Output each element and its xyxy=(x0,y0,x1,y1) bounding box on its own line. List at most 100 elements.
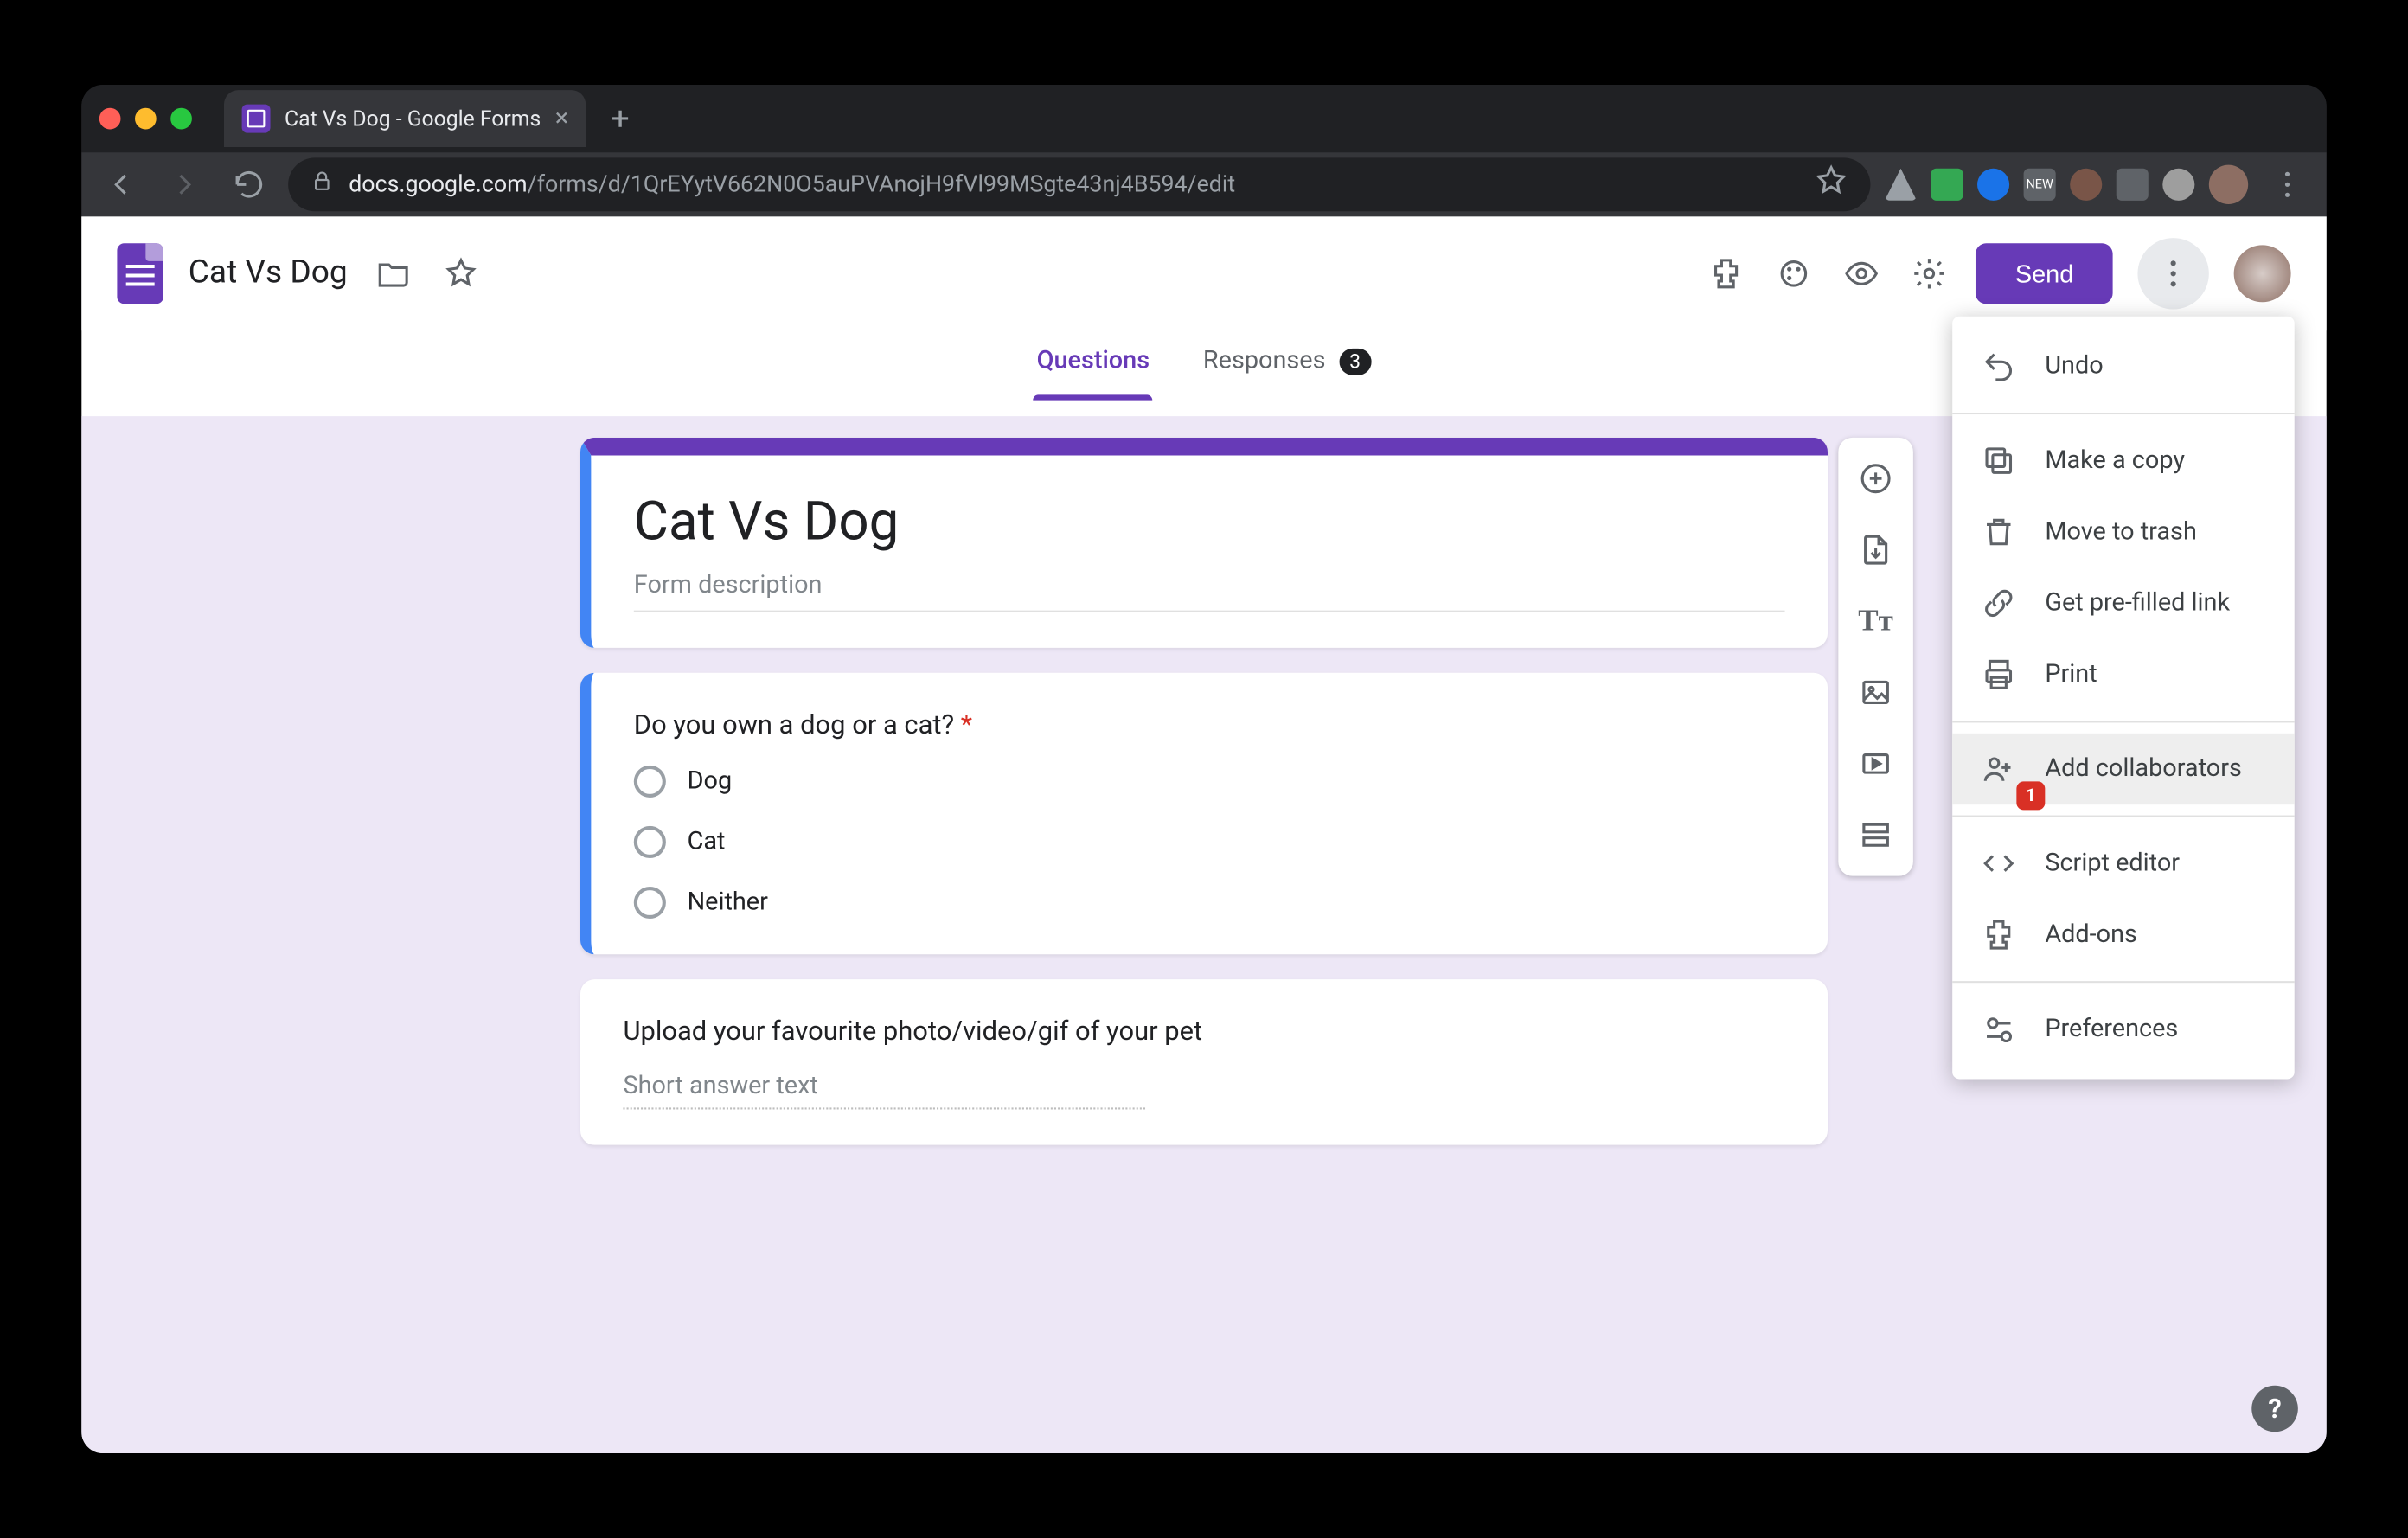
addon-icon xyxy=(1981,917,2016,952)
menu-script-editor[interactable]: Script editor xyxy=(1952,828,2295,899)
document-title[interactable]: Cat Vs Dog xyxy=(189,254,348,292)
menu-label: Add-ons xyxy=(2045,920,2137,949)
people-icon xyxy=(1981,751,2016,786)
print-icon xyxy=(1981,657,2016,692)
minimize-window-button[interactable] xyxy=(135,108,157,130)
short-answer-placeholder: Short answer text xyxy=(623,1072,1145,1109)
theme-button[interactable] xyxy=(1773,252,1816,294)
help-button[interactable]: ? xyxy=(2251,1386,2298,1432)
add-title-button[interactable]: Tᴛ xyxy=(1844,591,1908,651)
question-toolbar: Tᴛ xyxy=(1838,438,1913,876)
move-to-folder-button[interactable] xyxy=(373,252,415,294)
menu-separator xyxy=(1952,981,2295,983)
menu-add-collaborators[interactable]: Add collaborators 1 xyxy=(1952,734,2295,804)
menu-separator xyxy=(1952,816,2295,817)
more-options-button[interactable] xyxy=(2137,237,2208,308)
forward-button[interactable] xyxy=(160,159,210,209)
question-title-text: Do you own a dog or a cat? xyxy=(634,708,954,740)
reload-button[interactable] xyxy=(224,159,274,209)
extension-icon[interactable] xyxy=(2070,169,2102,201)
browser-tab[interactable]: Cat Vs Dog - Google Forms × xyxy=(224,90,586,147)
send-button[interactable]: Send xyxy=(1976,242,2113,303)
radio-option[interactable]: Neither xyxy=(634,887,1785,919)
question-title: Upload your favourite photo/video/gif of… xyxy=(623,1015,1784,1047)
menu-label: Add collaborators xyxy=(2045,755,2242,784)
form-header-card[interactable]: Cat Vs Dog Form description xyxy=(580,438,1828,648)
close-window-button[interactable] xyxy=(99,108,121,130)
extensions-row: NEW xyxy=(1885,159,2312,209)
add-image-button[interactable] xyxy=(1844,662,1908,722)
copy-icon xyxy=(1981,443,2016,478)
menu-preferences[interactable]: Preferences xyxy=(1952,994,2295,1065)
form-description-input[interactable]: Form description xyxy=(634,571,1785,612)
menu-print[interactable]: Print xyxy=(1952,639,2295,710)
radio-icon xyxy=(634,766,666,798)
code-icon xyxy=(1981,846,2016,881)
bookmark-star-icon[interactable] xyxy=(1814,163,1849,206)
import-questions-button[interactable] xyxy=(1844,520,1908,580)
extension-icon[interactable]: NEW xyxy=(2024,169,2056,201)
preferences-icon xyxy=(1981,1011,2016,1047)
add-section-button[interactable] xyxy=(1844,804,1908,865)
url-host: docs.google.com xyxy=(349,171,527,198)
required-indicator: * xyxy=(961,708,972,740)
trash-icon xyxy=(1981,514,2016,549)
option-label: Cat xyxy=(688,828,726,856)
add-video-button[interactable] xyxy=(1844,734,1908,794)
radio-icon xyxy=(634,826,666,858)
radio-option[interactable]: Dog xyxy=(634,766,1785,798)
forms-logo-icon[interactable] xyxy=(117,242,163,303)
maximize-window-button[interactable] xyxy=(170,108,192,130)
menu-label: Undo xyxy=(2045,352,2103,381)
menu-label: Print xyxy=(2045,660,2097,689)
form-title-input[interactable]: Cat Vs Dog xyxy=(634,491,1785,554)
url-path: /forms/d/1QrEYytV662N0O5auPVAnojH9fVl99M… xyxy=(528,171,1236,198)
menu-addons[interactable]: Add-ons xyxy=(1952,899,2295,970)
extension-icon[interactable] xyxy=(1885,169,1917,201)
star-button[interactable] xyxy=(440,252,483,294)
profile-avatar[interactable] xyxy=(2209,165,2248,204)
close-tab-button[interactable]: × xyxy=(555,105,568,133)
question-card[interactable]: Do you own a dog or a cat? * Dog Cat Nei… xyxy=(580,673,1828,954)
menu-label: Move to trash xyxy=(2045,518,2197,547)
extension-icon[interactable] xyxy=(2162,169,2194,201)
extension-icon[interactable] xyxy=(1931,169,1963,201)
menu-label: Get pre-filled link xyxy=(2045,589,2230,618)
forms-header: Cat Vs Dog Send xyxy=(81,216,2327,330)
add-question-button[interactable] xyxy=(1844,448,1908,509)
responses-count-badge: 3 xyxy=(1339,349,1371,375)
undo-icon xyxy=(1981,349,2016,384)
window-controls xyxy=(99,108,192,130)
extension-icon[interactable] xyxy=(1977,169,2009,201)
menu-undo[interactable]: Undo xyxy=(1952,330,2295,401)
menu-label: Script editor xyxy=(2045,849,2180,878)
chrome-menu-button[interactable] xyxy=(2263,159,2313,209)
account-avatar[interactable] xyxy=(2234,244,2291,301)
browser-tab-strip: Cat Vs Dog - Google Forms × + xyxy=(81,85,2327,152)
menu-label: Preferences xyxy=(2045,1015,2178,1043)
lock-icon xyxy=(310,169,335,201)
new-tab-button[interactable]: + xyxy=(600,99,640,137)
preview-button[interactable] xyxy=(1841,252,1883,294)
notification-badge: 1 xyxy=(2016,781,2045,810)
menu-move-to-trash[interactable]: Move to trash xyxy=(1952,497,2295,567)
addons-button[interactable] xyxy=(1705,252,1747,294)
link-icon xyxy=(1981,586,2016,621)
more-options-menu: Undo Make a copy Move to trash Get pre-f… xyxy=(1952,317,2295,1080)
back-button[interactable] xyxy=(96,159,146,209)
menu-separator xyxy=(1952,413,2295,414)
radio-option[interactable]: Cat xyxy=(634,826,1785,858)
radio-icon xyxy=(634,887,666,919)
question-card[interactable]: Upload your favourite photo/video/gif of… xyxy=(580,979,1828,1145)
address-bar[interactable]: docs.google.com/forms/d/1QrEYytV662N0O5a… xyxy=(288,157,1870,211)
menu-prefilled-link[interactable]: Get pre-filled link xyxy=(1952,567,2295,638)
extension-icon[interactable] xyxy=(2117,169,2149,201)
tab-questions[interactable]: Questions xyxy=(1034,347,1154,401)
settings-button[interactable] xyxy=(1908,252,1950,294)
menu-separator xyxy=(1952,721,2295,722)
tab-responses[interactable]: Responses 3 xyxy=(1200,347,1375,401)
menu-make-copy[interactable]: Make a copy xyxy=(1952,425,2295,496)
option-label: Dog xyxy=(688,767,733,796)
question-title: Do you own a dog or a cat? * xyxy=(634,708,1785,740)
tab-title: Cat Vs Dog - Google Forms xyxy=(285,106,541,131)
